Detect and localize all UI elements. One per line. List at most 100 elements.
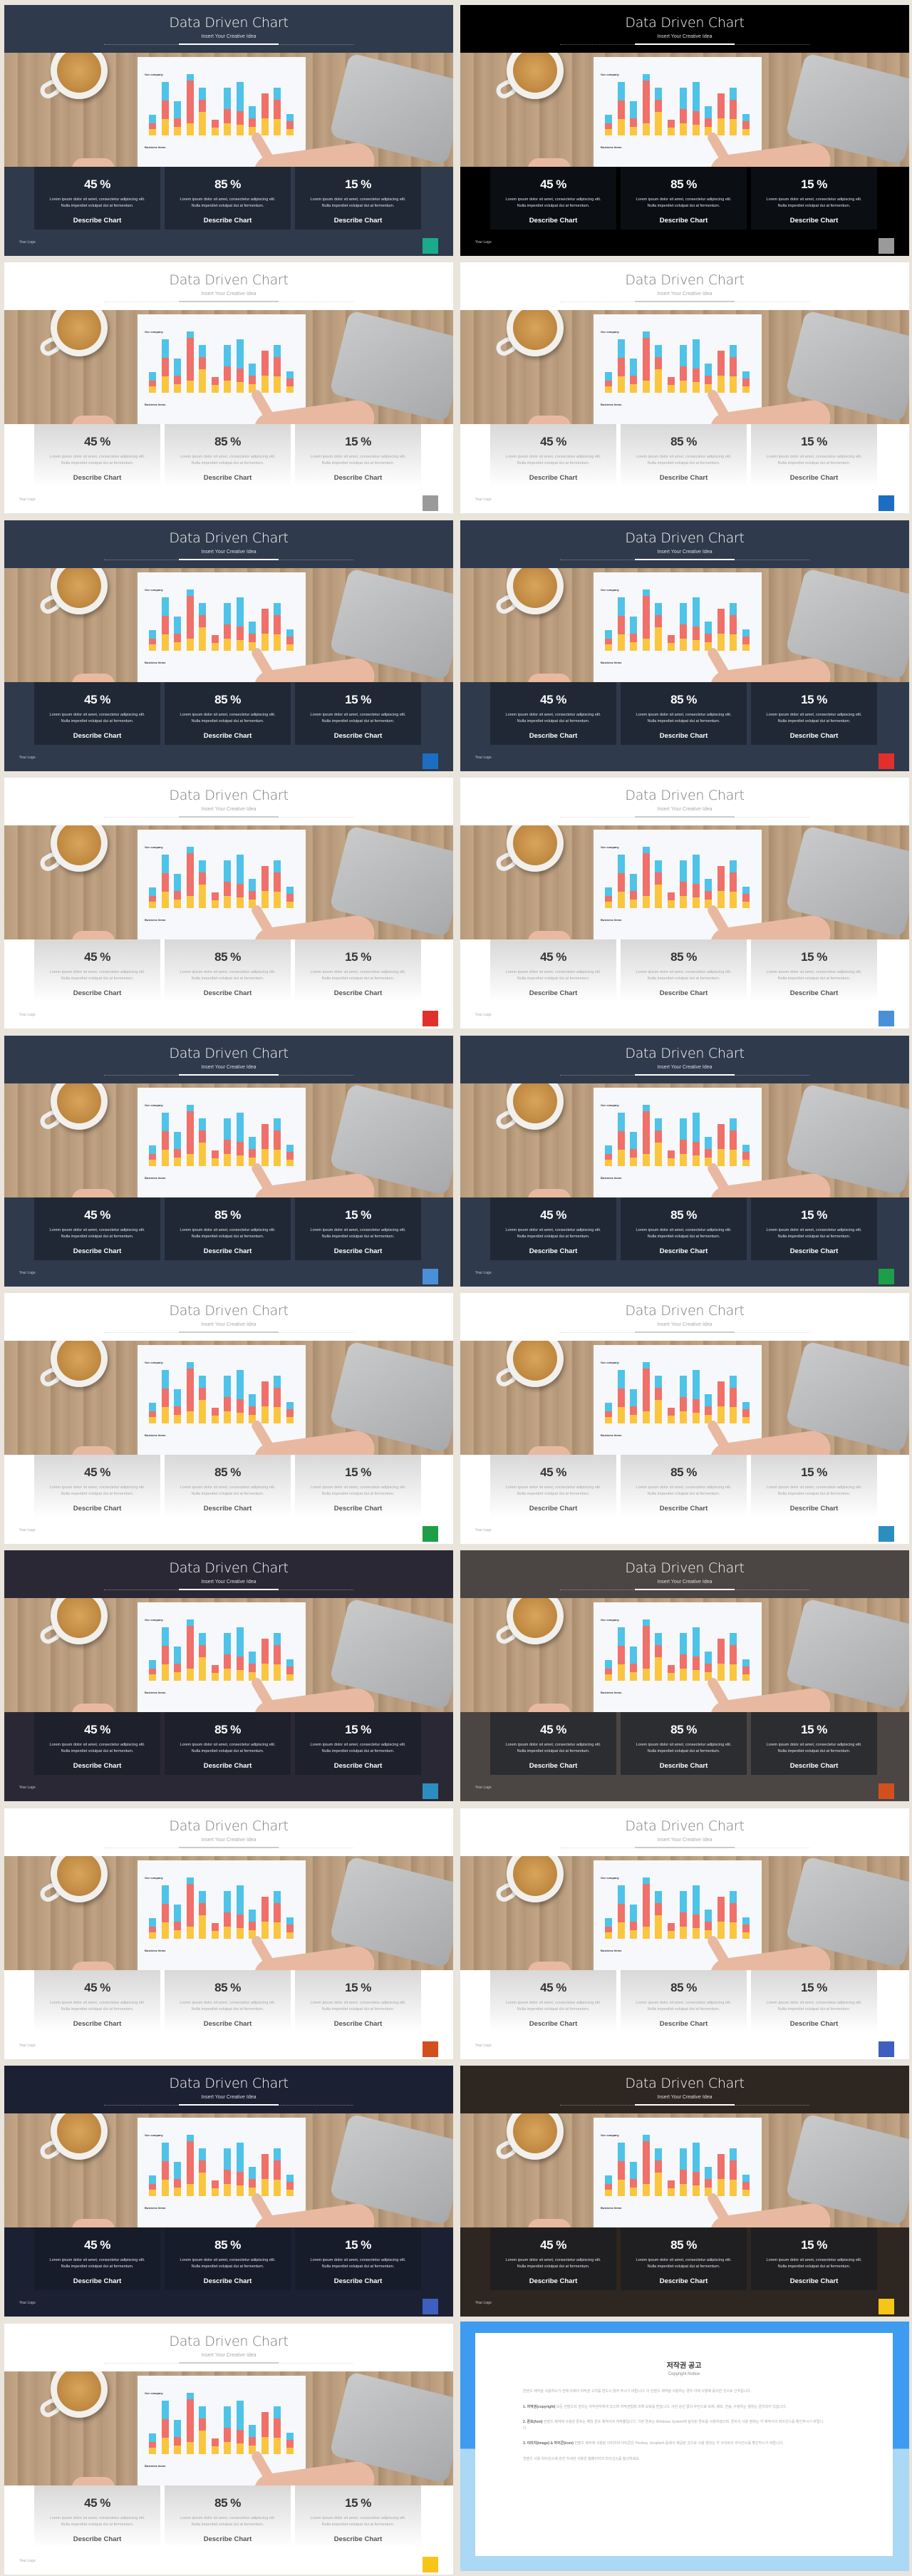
stat-value: 15 % [801, 950, 827, 964]
stat-text: Lorem ipsum dolor sit amet, consectetur … [505, 1228, 601, 1239]
slide-header: Data Driven Chart Insert Your Creative I… [460, 262, 909, 310]
chart-paper: Our company Business items [594, 314, 762, 424]
slide[interactable]: Data Driven Chart Insert Your Creative I… [4, 520, 453, 771]
chart-paper: Our company Business items [138, 2376, 306, 2485]
photo-chart-bar [680, 603, 687, 651]
photo-chart-bar [717, 1896, 725, 1939]
photo-chart-bar [186, 589, 194, 651]
photo-chart-bar [730, 345, 737, 393]
photo-chart-bar [274, 1118, 281, 1166]
slide[interactable]: Data Driven Chart Insert Your Creative I… [4, 1808, 453, 2059]
photo-chart-bar [286, 1144, 294, 1166]
photo-chart-bar [680, 1891, 687, 1939]
photo-chart-bar [261, 1896, 269, 1939]
stat-box: 45 % Lorem ipsum dolor sit amet, consect… [490, 1970, 616, 2033]
stat-label: Describe Chart [73, 217, 122, 225]
logo-text: Your Logo [475, 756, 492, 760]
photo-chart-bar [742, 1144, 750, 1166]
photo-chart-bar [199, 1891, 206, 1939]
slide[interactable]: Data Driven Chart Insert Your Creative I… [4, 2066, 453, 2317]
stat-value: 15 % [801, 435, 827, 448]
hand [72, 1962, 115, 1970]
chart-paper: Our company Business items [594, 1345, 762, 1455]
photo-chart-bar [730, 1633, 737, 1681]
stat-box: 45 % Lorem ipsum dolor sit amet, consect… [490, 167, 616, 230]
photo-chart-bar [717, 1123, 725, 1166]
slide[interactable]: Data Driven Chart Insert Your Creative I… [460, 778, 909, 1029]
slide[interactable]: Data Driven Chart Insert Your Creative I… [4, 1550, 453, 1801]
photo-chart-bar [605, 1660, 612, 1681]
desk-photo: Our company Business items [4, 1083, 453, 1197]
stat-box: 15 % Lorem ipsum dolor sit amet, consect… [751, 1970, 877, 2033]
stat-text: Lorem ipsum dolor sit amet, consectetur … [766, 1485, 862, 1496]
stat-label: Describe Chart [333, 1505, 383, 1513]
slide[interactable]: Data Driven Chart Insert Your Creative I… [460, 1293, 909, 1544]
page-number-badge [423, 753, 438, 769]
slide[interactable]: Data Driven Chart Insert Your Creative I… [4, 1036, 453, 1287]
stat-label: Describe Chart [333, 989, 383, 997]
photo-chart-bar [211, 1408, 219, 1423]
stat-box: 85 % Lorem ipsum dolor sit amet, consect… [621, 2227, 747, 2290]
stat-text: Lorem ipsum dolor sit amet, consectetur … [49, 713, 145, 723]
stat-box: 15 % Lorem ipsum dolor sit amet, consect… [295, 939, 421, 1002]
photo-chart-bar [149, 887, 156, 908]
photo-chart-bar [630, 1647, 637, 1681]
slide[interactable]: Data Driven Chart Insert Your Creative I… [4, 2324, 453, 2575]
slide[interactable]: Data Driven Chart Insert Your Creative I… [460, 262, 909, 513]
hand [72, 416, 115, 424]
stat-text: Lorem ipsum dolor sit amet, consectetur … [505, 1743, 601, 1753]
slide[interactable]: Data Driven Chart Insert Your Creative I… [460, 1036, 909, 1287]
photo-chart-bar [211, 1665, 219, 1681]
stat-value: 15 % [801, 177, 827, 191]
photo-chart-bar [236, 2142, 244, 2196]
photo-chart-bar [161, 2400, 169, 2455]
stat-text: Lorem ipsum dolor sit amet, consectetur … [766, 713, 862, 723]
photo-chart-bar [274, 1891, 281, 1939]
stat-text: Lorem ipsum dolor sit amet, consectetur … [505, 1485, 601, 1496]
desk-photo: Our company Business items [460, 53, 909, 167]
photo-chart-bar [211, 1150, 219, 1166]
stat-box: 85 % Lorem ipsum dolor sit amet, consect… [165, 167, 291, 230]
photo-chart-bar [655, 88, 662, 135]
paper-chart-title: Our company [601, 588, 619, 592]
photo-chart-bar [717, 93, 725, 135]
stat-box: 45 % Lorem ipsum dolor sit amet, consect… [490, 1197, 616, 1260]
slide-header: Data Driven Chart Insert Your Creative I… [460, 1293, 909, 1341]
logo-text: Your Logo [19, 240, 36, 244]
slide[interactable]: Data Driven Chart Insert Your Creative I… [4, 1293, 453, 1544]
paper-chart-title: Our company [145, 2391, 163, 2395]
slide[interactable]: Data Driven Chart Insert Your Creative I… [4, 5, 453, 256]
photo-chart-bar [174, 617, 181, 651]
photo-chart-bar [692, 1369, 700, 1423]
logo-text: Your Logo [475, 498, 492, 502]
stat-label: Describe Chart [529, 989, 578, 997]
copyright-item: 3. 이미지(image) & 아이콘(icon) 컨텐츠 제작에 사용된 이미… [523, 2441, 827, 2447]
slide[interactable]: Data Driven Chart Insert Your Creative I… [460, 520, 909, 771]
paper-chart-subtitle: Business items [145, 918, 166, 922]
title-divider [560, 816, 809, 818]
copyright-item: 1. 저작권(copyright) 모든 컨텐츠의 권리는 저작권자에게 있으며… [523, 2404, 827, 2411]
photo-chart-bar [605, 1145, 612, 1166]
stat-value: 45 % [84, 1723, 110, 1736]
slide-title: Data Driven Chart [625, 2076, 745, 2091]
desk-photo: Our company Business items [460, 310, 909, 424]
photo-chart-bar [286, 629, 294, 651]
slide[interactable]: Data Driven Chart Insert Your Creative I… [460, 1808, 909, 2059]
slide-title: Data Driven Chart [625, 1818, 745, 1834]
stat-value: 15 % [801, 1981, 827, 1994]
photo-chart-bar [149, 1660, 156, 1681]
slide[interactable]: Data Driven Chart Insert Your Creative I… [4, 778, 453, 1029]
hand [72, 674, 115, 682]
slide[interactable]: Data Driven Chart Insert Your Creative I… [4, 262, 453, 513]
stat-text: Lorem ipsum dolor sit amet, consectetur … [310, 2516, 406, 2527]
paper-chart-subtitle: Business items [601, 1433, 622, 1437]
stat-text: Lorem ipsum dolor sit amet, consectetur … [310, 2258, 406, 2269]
slide[interactable]: Data Driven Chart Insert Your Creative I… [460, 2066, 909, 2317]
photo-chart-bar [236, 339, 244, 393]
paper-bar-chart [149, 589, 299, 651]
slide[interactable]: Data Driven Chart Insert Your Creative I… [460, 5, 909, 256]
photo-chart-bar [605, 1403, 612, 1423]
stat-label: Describe Chart [333, 2020, 383, 2028]
slide-subtitle: Insert Your Creative Idea [657, 292, 712, 297]
slide[interactable]: Data Driven Chart Insert Your Creative I… [460, 1550, 909, 1801]
